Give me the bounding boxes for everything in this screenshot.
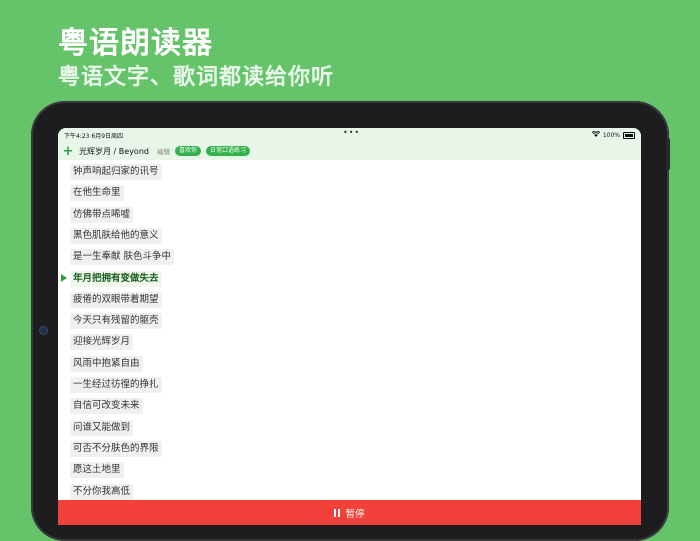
- lyric-text: 在他生命里: [70, 185, 124, 202]
- multitask-dots-icon[interactable]: •••: [343, 128, 360, 137]
- lyric-text: 一生经过彷徨的挣扎: [70, 377, 162, 393]
- lyric-line[interactable]: 一生经过彷徨的挣扎: [70, 377, 162, 393]
- toolbar: + 光辉岁月 / Beyond 编辑 喜欢你 日常口语练习: [58, 142, 641, 160]
- status-right: 100%: [591, 130, 635, 139]
- pause-button[interactable]: 暂停: [58, 500, 641, 525]
- lyric-line[interactable]: 问谁又能做到: [70, 419, 134, 436]
- lyric-text: 是一生奉献 肤色斗争中: [70, 249, 175, 266]
- lyric-line[interactable]: 钟声响起归家的讯号: [70, 164, 162, 180]
- song-title[interactable]: 光辉岁月 / Beyond: [79, 146, 149, 157]
- edit-button[interactable]: 编辑: [157, 146, 170, 156]
- promo-title: 粤语朗读器: [58, 26, 213, 61]
- lyric-line[interactable]: 自信可改变未来: [70, 398, 143, 415]
- lyric-text: 可否不分肤色的界限: [70, 440, 162, 457]
- pause-icon: [334, 508, 341, 517]
- lyric-text: 风雨中抱紧自由: [70, 355, 143, 372]
- lyric-text: 钟声响起归家的讯号: [70, 164, 162, 180]
- tag-chip-daily-practice[interactable]: 日常口语练习: [205, 146, 250, 156]
- status-time: 下午4:23 6月9日周四: [64, 133, 124, 140]
- lyric-text: 愿这土地里: [70, 462, 124, 479]
- lyric-line[interactable]: 不分你我高低: [70, 483, 134, 500]
- lyric-line[interactable]: 迎接光辉岁月: [70, 334, 134, 351]
- lyric-text: 迎接光辉岁月: [70, 334, 134, 351]
- lyric-line[interactable]: 黑色肌肤给他的意义: [70, 227, 162, 244]
- status-bar: 下午4:23 6月9日周四 ••• 100%: [58, 128, 641, 142]
- lyric-text: 今天只有残留的躯壳: [70, 313, 162, 330]
- lyric-text: 不分你我高低: [70, 483, 134, 500]
- lyric-line[interactable]: 在他生命里: [70, 185, 124, 202]
- app-screen: 下午4:23 6月9日周四 ••• 100% + 光辉岁月 / Beyond 编…: [58, 128, 641, 525]
- lyric-line-current[interactable]: 年月把拥有变做失去: [61, 270, 162, 287]
- lyric-line[interactable]: 风雨中抱紧自由: [70, 355, 143, 372]
- lyric-line[interactable]: 是一生奉献 肤色斗争中: [70, 249, 175, 266]
- promo-subtitle: 粤语文字、歌词都读给你听: [58, 65, 335, 90]
- wifi-icon: [591, 130, 601, 139]
- tag-chip-like[interactable]: 喜欢你: [174, 146, 201, 156]
- lyric-line[interactable]: 仿佛带点唏嘘: [70, 206, 134, 223]
- battery-percent: 100%: [602, 131, 620, 139]
- lyric-text: 自信可改变未来: [70, 398, 143, 415]
- play-marker-icon: [61, 273, 67, 282]
- device-side-button: [666, 138, 670, 170]
- lyric-text: 问谁又能做到: [70, 419, 134, 436]
- lyric-text: 仿佛带点唏嘘: [70, 206, 134, 223]
- lyric-text: 年月把拥有变做失去: [70, 270, 162, 287]
- lyric-line[interactable]: 今天只有残留的躯壳: [70, 313, 162, 330]
- lyric-text: 黑色肌肤给他的意义: [70, 227, 162, 244]
- lyric-text: 疲倦的双眼带着期望: [70, 291, 162, 308]
- battery-icon: [623, 131, 635, 139]
- lyric-line[interactable]: 可否不分肤色的界限: [70, 440, 162, 457]
- lyric-line[interactable]: 疲倦的双眼带着期望: [70, 291, 162, 308]
- camera-icon: [40, 327, 47, 334]
- lyric-line[interactable]: 愿这土地里: [70, 462, 124, 479]
- pause-label: 暂停: [345, 508, 365, 520]
- add-icon[interactable]: +: [62, 145, 74, 158]
